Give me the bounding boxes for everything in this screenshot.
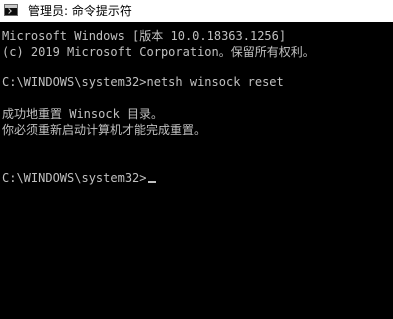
title-bar[interactable]: 管理员: 命令提示符 [0, 0, 393, 22]
console-line-version: Microsoft Windows [版本 10.0.18363.1256] [2, 29, 287, 43]
console-line-result-1: 成功地重置 Winsock 目录。 [2, 107, 164, 121]
console-line-command: C:\WINDOWS\system32>netsh winsock reset [2, 75, 284, 89]
command-prompt-window: 管理员: 命令提示符 Microsoft Windows [版本 10.0.18… [0, 0, 393, 319]
console-line-prompt[interactable]: C:\WINDOWS\system32> [2, 170, 156, 186]
text-cursor [147, 181, 156, 183]
cmd-icon [4, 4, 18, 16]
console-line-result-2: 你必须重新启动计算机才能完成重置。 [2, 123, 207, 137]
prompt-text: C:\WINDOWS\system32> [2, 171, 147, 185]
console-output[interactable]: Microsoft Windows [版本 10.0.18363.1256] (… [0, 22, 393, 319]
console-line-copyright: (c) 2019 Microsoft Corporation。保留所有权利。 [2, 45, 315, 59]
window-title: 管理员: 命令提示符 [28, 4, 132, 18]
